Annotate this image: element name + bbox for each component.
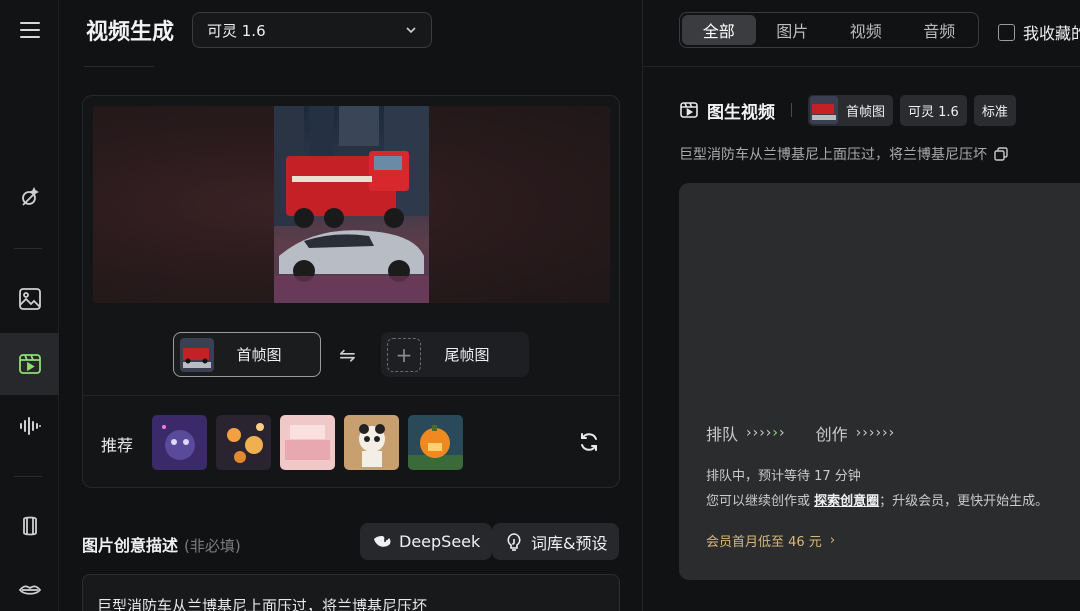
- explore-link[interactable]: 探索创意圈: [814, 494, 879, 509]
- page-title: 视频生成: [86, 20, 175, 45]
- deepseek-label: DeepSeek: [399, 532, 481, 551]
- wait-text: 排队中，预计等待 17 分钟: [706, 469, 861, 484]
- menu-icon[interactable]: [0, 2, 59, 58]
- recommend-label: 推荐: [101, 436, 134, 455]
- left-rail: [0, 0, 59, 611]
- tab-all[interactable]: 全部: [682, 15, 756, 45]
- header-divider: [643, 66, 1080, 67]
- recommend-thumb[interactable]: [216, 415, 271, 470]
- recommend-thumb[interactable]: [344, 415, 399, 470]
- filter-tabs: 全部 图片 视频 音频: [679, 12, 979, 48]
- first-frame-button[interactable]: 首帧图: [173, 332, 321, 377]
- chip-label: 首帧图: [846, 104, 886, 120]
- task-prompt-text: 巨型消防车从兰博基尼上面压过，将兰博基尼压坏: [679, 147, 987, 163]
- model-chip: 可灵 1.6: [900, 94, 967, 126]
- lexicon-label: 词库&预设: [531, 533, 608, 553]
- recommend-thumb[interactable]: [152, 415, 207, 470]
- chip-label: 可灵 1.6: [908, 104, 959, 120]
- deepseek-button[interactable]: DeepSeek: [360, 523, 493, 560]
- preview-image: [274, 106, 429, 303]
- description-title-text: 图片创意描述: [82, 536, 179, 555]
- tab-images[interactable]: 图片: [756, 15, 830, 45]
- history-panel: 全部 图片 视频 音频 我收藏的 图生视频 首帧图 可灵 1.6 标准 巨型消防…: [643, 0, 1080, 611]
- copy-icon[interactable]: [993, 146, 1009, 162]
- favorites-label: 我收藏的: [1023, 24, 1080, 43]
- deepseek-whale-icon: [374, 535, 391, 547]
- task-title: 图生视频: [707, 102, 775, 123]
- continue-suffix: ；升级会员，更快开始生成。: [879, 494, 1049, 509]
- first-frame-thumbnail: [180, 337, 214, 372]
- image-upload-card: 首帧图 ⇋ + 尾帧图 推荐: [82, 95, 620, 488]
- model-icon[interactable]: [0, 498, 59, 554]
- generation-panel: 视频生成 可灵 1.6 首帧图 ⇋ + 尾帧图 推荐 图片创意描述 (非必填) …: [60, 0, 642, 611]
- tab-videos[interactable]: 视频: [829, 15, 903, 45]
- task-prompt: 巨型消防车从兰博基尼上面压过，将兰博基尼压坏: [679, 144, 1009, 164]
- prompt-text: 巨型消防车从兰博基尼上面压过，将兰博基尼压坏: [97, 597, 428, 611]
- create-progress-arrows: ››››››: [855, 425, 896, 441]
- lips-icon[interactable]: [0, 562, 59, 611]
- favorites-filter[interactable]: 我收藏的: [998, 20, 1080, 44]
- model-select-value: 可灵 1.6: [207, 21, 266, 40]
- video-icon: [680, 102, 698, 118]
- rail-divider: [14, 248, 42, 249]
- title-separator: [791, 103, 792, 117]
- header-divider: [84, 66, 154, 67]
- card-divider: [83, 395, 619, 396]
- image-preview[interactable]: [93, 106, 610, 303]
- prompt-input[interactable]: 巨型消防车从兰博基尼上面压过，将兰博基尼压坏: [82, 574, 620, 611]
- recommend-thumb[interactable]: [408, 415, 463, 470]
- chevron-right-icon: ›: [829, 533, 836, 548]
- queue-label: 排队: [706, 425, 739, 444]
- video-icon[interactable]: [0, 333, 59, 395]
- chip-thumbnail: [810, 96, 838, 124]
- rail-divider: [14, 476, 42, 477]
- image-icon[interactable]: [0, 271, 59, 327]
- add-icon: +: [387, 337, 421, 372]
- first-frame-chip[interactable]: 首帧图: [808, 94, 894, 126]
- create-label: 创作: [815, 425, 848, 444]
- chip-label: 标准: [981, 104, 1008, 120]
- promo-text: 会员首月低至 46 元: [706, 535, 822, 550]
- audio-icon[interactable]: [0, 398, 59, 454]
- model-select[interactable]: 可灵 1.6: [192, 12, 432, 48]
- last-frame-button[interactable]: + 尾帧图: [381, 332, 529, 377]
- favorites-checkbox[interactable]: [998, 23, 1015, 41]
- membership-promo[interactable]: 会员首月低至 46 元 ›: [706, 531, 835, 550]
- queue-progress-arrows: ››››››: [746, 425, 786, 441]
- continue-prefix: 您可以继续创作或: [706, 494, 815, 509]
- first-frame-label: 首帧图: [236, 346, 282, 364]
- description-title: 图片创意描述 (非必填): [82, 532, 241, 556]
- chevron-down-icon: [406, 27, 416, 34]
- magic-wand-icon[interactable]: [0, 170, 59, 226]
- recommend-thumb[interactable]: [280, 415, 335, 470]
- quality-chip: 标准: [973, 94, 1016, 126]
- task-header: 图生视频 首帧图 可灵 1.6 标准: [679, 94, 1023, 126]
- lightbulb-icon: [507, 532, 521, 551]
- swap-frames-icon[interactable]: ⇋: [339, 343, 356, 367]
- progress-row: 排队 ›››››› 创作 ››››››: [706, 421, 895, 445]
- optional-hint: (非必填): [184, 537, 241, 555]
- last-frame-label: 尾帧图: [444, 346, 490, 364]
- continue-text: 您可以继续创作或 探索创意圈；升级会员，更快开始生成。: [706, 490, 1048, 509]
- queue-card: 排队 ›››››› 创作 ›››››› 排队中，预计等待 17 分钟 您可以继续…: [679, 183, 1080, 580]
- tab-audio[interactable]: 音频: [903, 15, 977, 45]
- lexicon-button[interactable]: 词库&预设: [492, 523, 620, 560]
- refresh-icon[interactable]: [577, 430, 601, 454]
